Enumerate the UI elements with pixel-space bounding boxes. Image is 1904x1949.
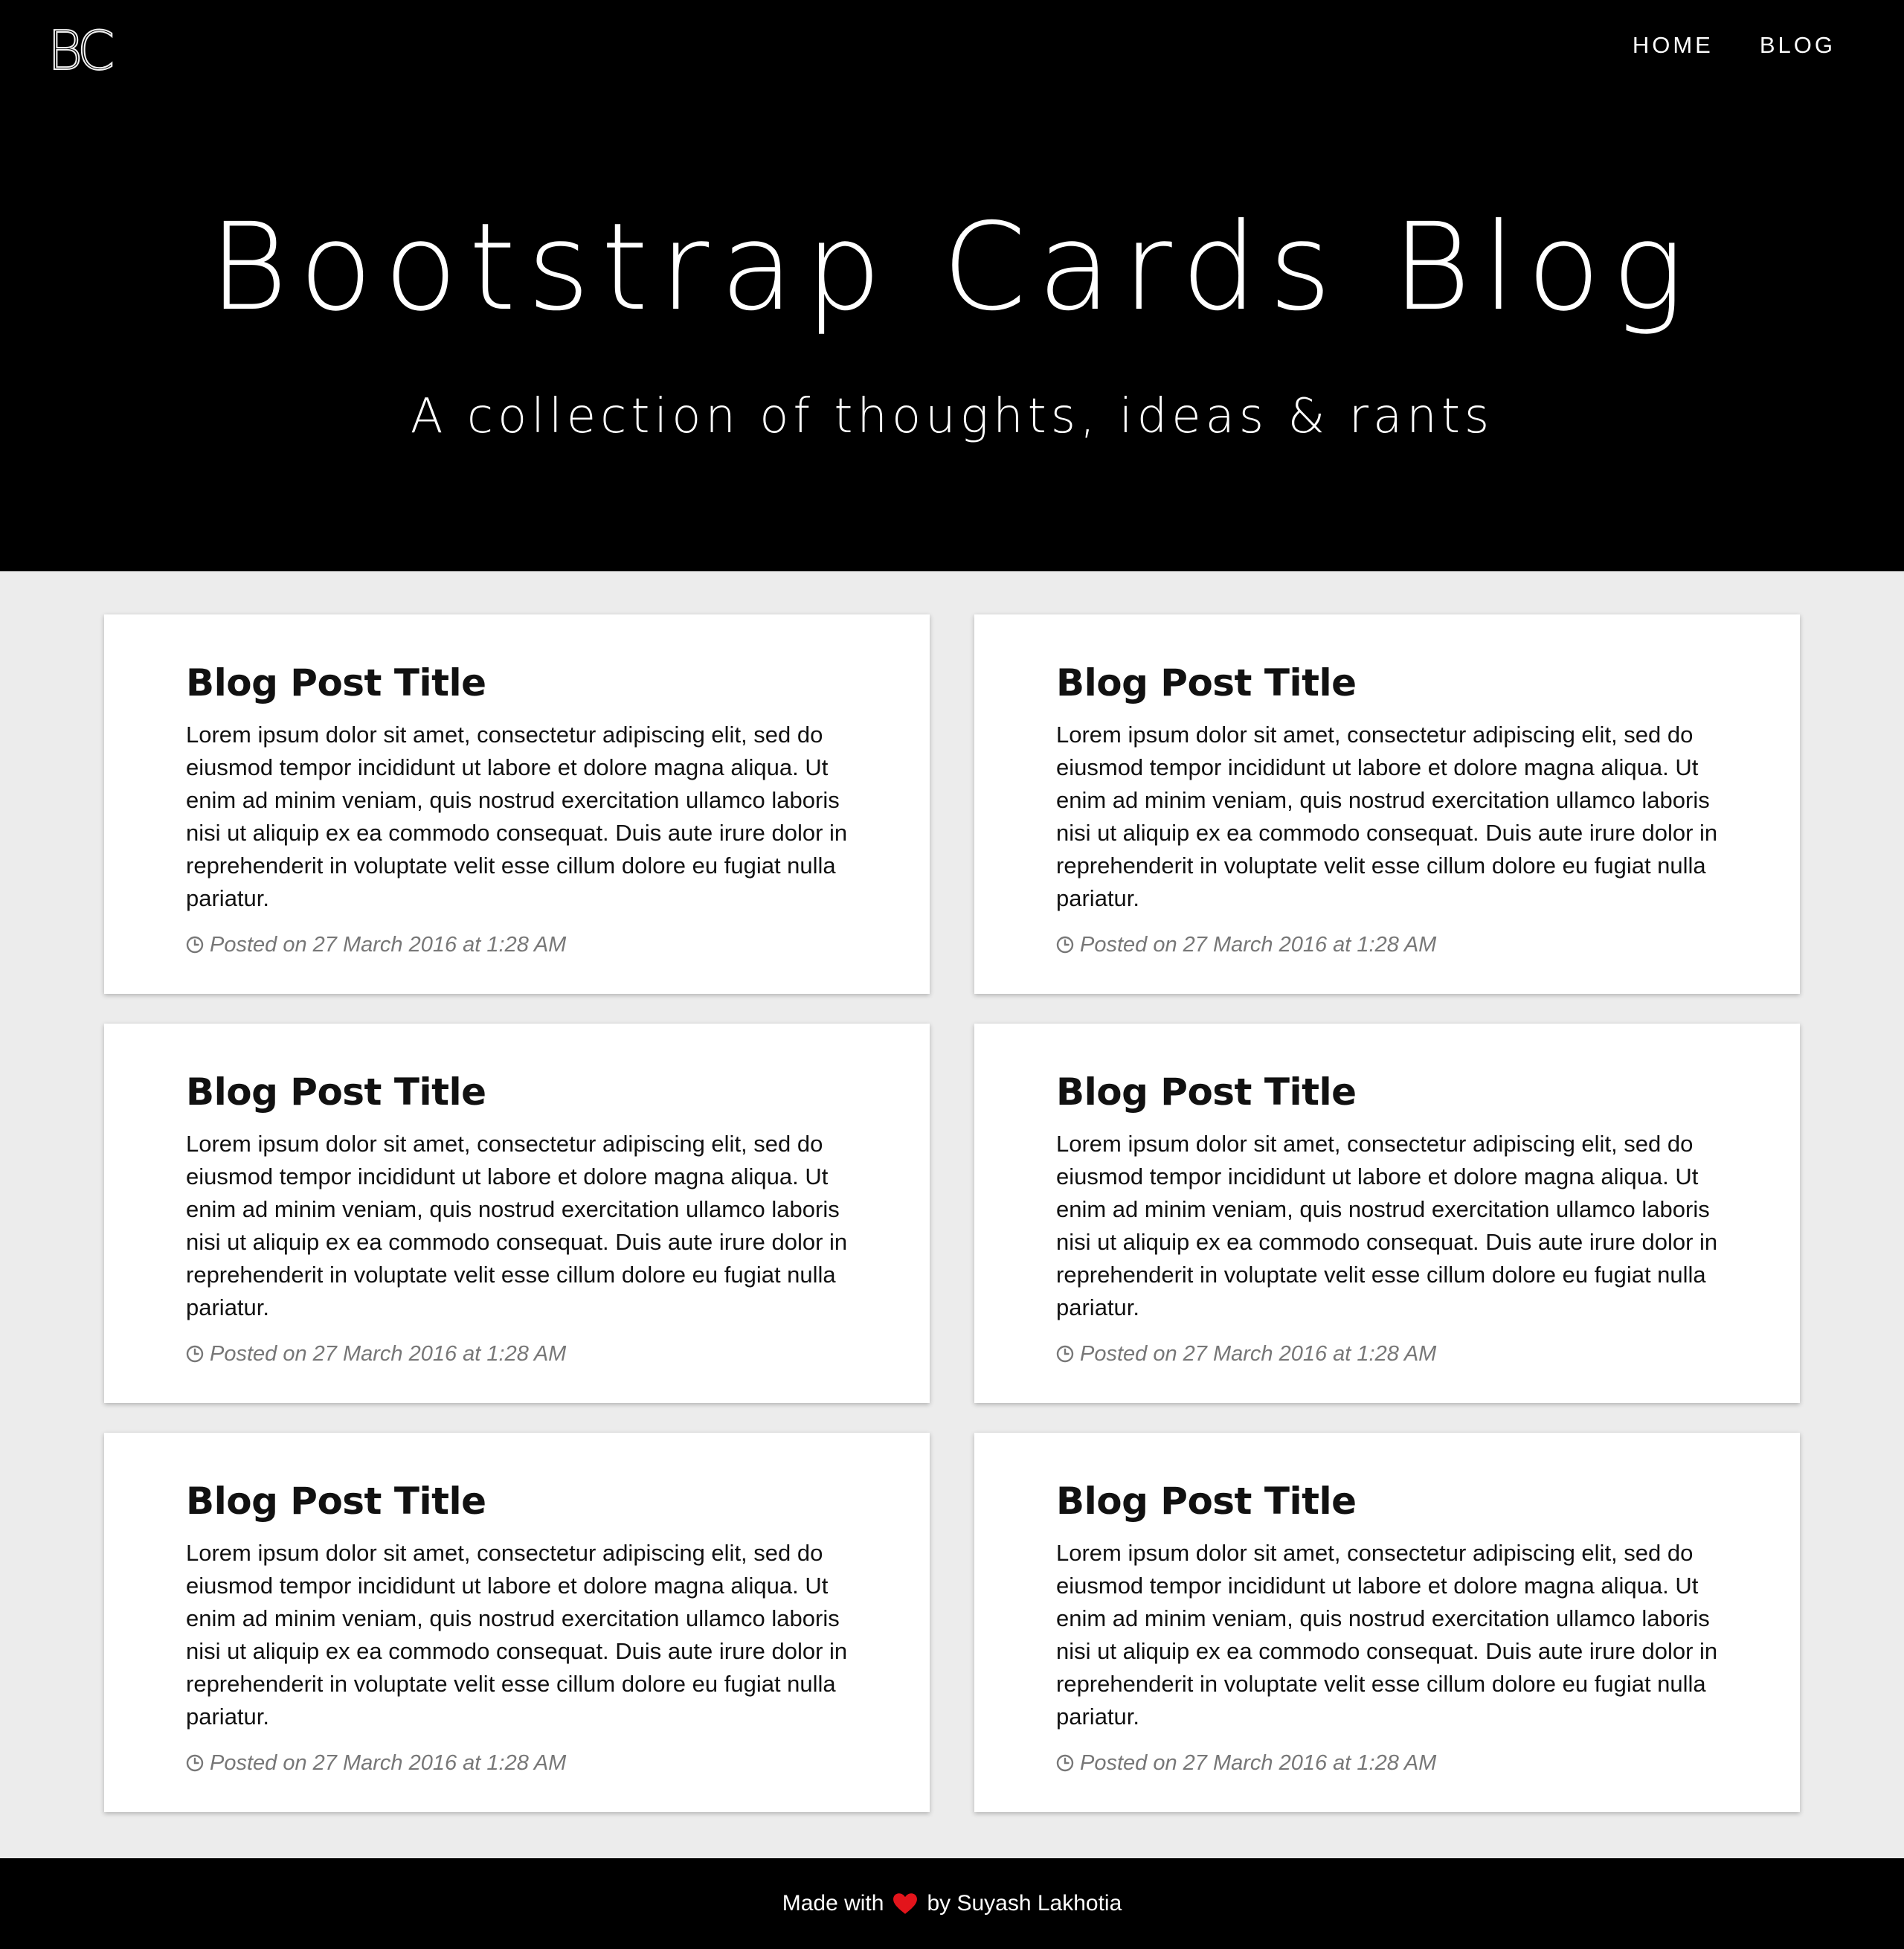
site-header: BC HOME BLOG Bootstrap Cards Blog A coll… bbox=[0, 0, 1904, 571]
post-excerpt: Lorem ipsum dolor sit amet, consectetur … bbox=[1056, 1540, 1718, 1730]
post-meta: Posted on 27 March 2016 at 1:28 AM bbox=[1056, 1748, 1718, 1778]
post-date: Posted on 27 March 2016 at 1:28 AM bbox=[1080, 1342, 1437, 1366]
clock-icon bbox=[186, 936, 204, 954]
post-card[interactable]: Blog Post Title Lorem ipsum dolor sit am… bbox=[104, 614, 930, 994]
post-date: Posted on 27 March 2016 at 1:28 AM bbox=[210, 933, 567, 957]
site-footer: Made with by Suyash Lakhotia bbox=[0, 1858, 1904, 1949]
post-meta: Posted on 27 March 2016 at 1:28 AM bbox=[1056, 930, 1718, 960]
post-date: Posted on 27 March 2016 at 1:28 AM bbox=[210, 1751, 567, 1775]
post-title[interactable]: Blog Post Title bbox=[1056, 1068, 1718, 1116]
post-excerpt: Lorem ipsum dolor sit amet, consectetur … bbox=[186, 1540, 848, 1730]
post-title[interactable]: Blog Post Title bbox=[1056, 659, 1718, 707]
logo-text: BC bbox=[47, 19, 115, 82]
post-meta: Posted on 27 March 2016 at 1:28 AM bbox=[1056, 1339, 1718, 1369]
posts-grid: Blog Post Title Lorem ipsum dolor sit am… bbox=[104, 614, 1800, 1812]
post-card[interactable]: Blog Post Title Lorem ipsum dolor sit am… bbox=[974, 1024, 1800, 1403]
post-card[interactable]: Blog Post Title Lorem ipsum dolor sit am… bbox=[104, 1024, 930, 1403]
nav-link-home[interactable]: HOME bbox=[1633, 27, 1714, 64]
post-meta: Posted on 27 March 2016 at 1:28 AM bbox=[186, 930, 848, 960]
post-date: Posted on 27 March 2016 at 1:28 AM bbox=[1080, 1751, 1437, 1775]
clock-icon bbox=[186, 1345, 204, 1363]
nav-link-blog[interactable]: BLOG bbox=[1760, 27, 1836, 64]
site-logo[interactable]: BC bbox=[47, 19, 115, 82]
post-title[interactable]: Blog Post Title bbox=[186, 659, 848, 707]
post-meta: Posted on 27 March 2016 at 1:28 AM bbox=[186, 1339, 848, 1369]
hero-subtitle: A collection of thoughts, ideas & rants bbox=[410, 389, 1494, 444]
post-excerpt: Lorem ipsum dolor sit amet, consectetur … bbox=[186, 722, 848, 911]
clock-icon bbox=[1056, 1345, 1074, 1363]
post-title[interactable]: Blog Post Title bbox=[186, 1477, 848, 1525]
post-card[interactable]: Blog Post Title Lorem ipsum dolor sit am… bbox=[104, 1433, 930, 1812]
post-title[interactable]: Blog Post Title bbox=[186, 1068, 848, 1116]
main-nav: HOME BLOG bbox=[1633, 27, 1836, 64]
post-meta: Posted on 27 March 2016 at 1:28 AM bbox=[186, 1748, 848, 1778]
post-title[interactable]: Blog Post Title bbox=[1056, 1477, 1718, 1525]
clock-icon bbox=[1056, 936, 1074, 954]
heart-icon bbox=[893, 1893, 918, 1914]
clock-icon bbox=[1056, 1754, 1074, 1772]
post-excerpt: Lorem ipsum dolor sit amet, consectetur … bbox=[1056, 722, 1718, 911]
post-date: Posted on 27 March 2016 at 1:28 AM bbox=[210, 1342, 567, 1366]
post-excerpt: Lorem ipsum dolor sit amet, consectetur … bbox=[186, 1131, 848, 1320]
post-card[interactable]: Blog Post Title Lorem ipsum dolor sit am… bbox=[974, 1433, 1800, 1812]
footer-author[interactable]: by Suyash Lakhotia bbox=[927, 1891, 1122, 1916]
clock-icon bbox=[186, 1754, 204, 1772]
post-date: Posted on 27 March 2016 at 1:28 AM bbox=[1080, 933, 1437, 957]
post-excerpt: Lorem ipsum dolor sit amet, consectetur … bbox=[1056, 1131, 1718, 1320]
page: BC HOME BLOG Bootstrap Cards Blog A coll… bbox=[0, 0, 1904, 1949]
footer-made-with: Made with bbox=[782, 1891, 884, 1916]
post-card[interactable]: Blog Post Title Lorem ipsum dolor sit am… bbox=[974, 614, 1800, 994]
hero-title: Bootstrap Cards Blog bbox=[208, 198, 1696, 338]
